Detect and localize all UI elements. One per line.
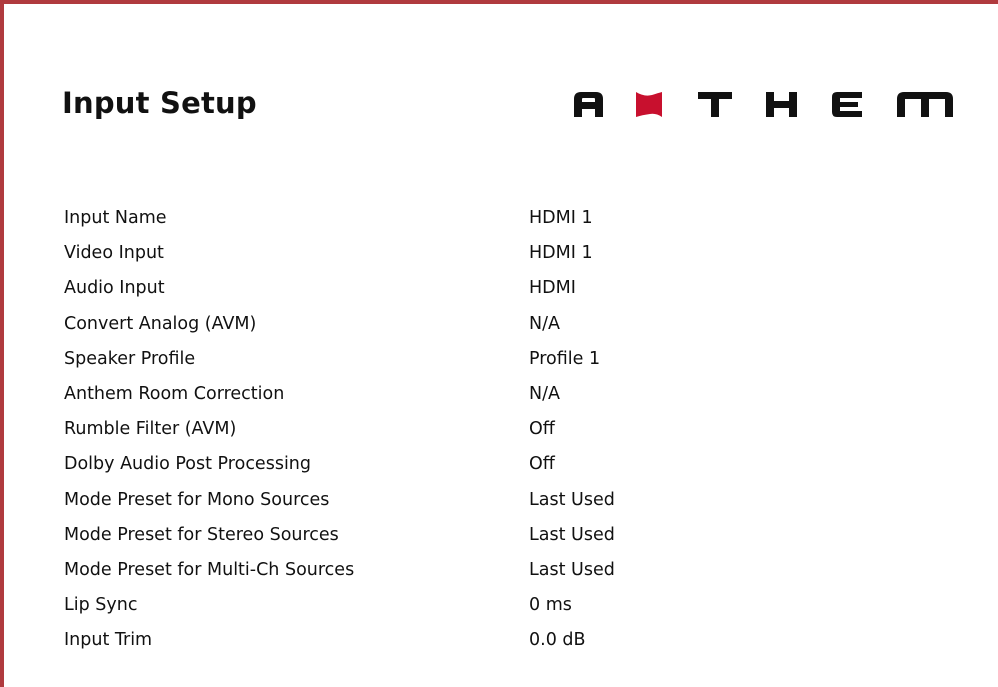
setting-row[interactable]: Lip Sync 0 ms bbox=[64, 591, 764, 626]
setting-label: Mode Preset for Stereo Sources bbox=[64, 524, 339, 545]
setting-value[interactable]: HDMI 1 bbox=[529, 239, 593, 267]
anthem-logo bbox=[574, 92, 953, 117]
setting-value[interactable]: Off bbox=[529, 450, 555, 478]
setting-label: Convert Analog (AVM) bbox=[64, 313, 257, 334]
setting-row[interactable]: Rumble Filter (AVM) Off bbox=[64, 415, 764, 450]
logo-letter-t bbox=[698, 92, 732, 117]
logo-letter-h bbox=[766, 92, 797, 117]
setting-row[interactable]: Mode Preset for Stereo Sources Last Used bbox=[64, 521, 764, 556]
setting-label: Rumble Filter (AVM) bbox=[64, 419, 237, 440]
setting-row[interactable]: Video Input HDMI 1 bbox=[64, 239, 764, 274]
setting-value[interactable]: Last Used bbox=[529, 486, 615, 514]
setting-value[interactable]: Last Used bbox=[529, 521, 615, 549]
setting-label: Anthem Room Correction bbox=[64, 383, 285, 404]
setting-label: Input Name bbox=[64, 208, 167, 228]
setting-value[interactable]: Last Used bbox=[529, 556, 615, 584]
setting-value[interactable]: Off bbox=[529, 415, 555, 443]
setting-label: Mode Preset for Multi-Ch Sources bbox=[64, 559, 355, 580]
setting-row[interactable]: Mode Preset for Mono Sources Last Used bbox=[64, 486, 764, 521]
setting-value[interactable]: HDMI 1 bbox=[529, 204, 593, 232]
setting-label: Speaker Profile bbox=[64, 348, 196, 369]
setting-row[interactable]: Mode Preset for Multi-Ch Sources Last Use… bbox=[64, 556, 764, 591]
setting-value[interactable]: N/A bbox=[529, 310, 560, 338]
setting-row[interactable]: Speaker Profile Profile 1 bbox=[64, 345, 764, 380]
settings-list: Input Name HDMI 1 Video Input HDMI 1 Audio I… bbox=[64, 204, 764, 661]
setting-value[interactable]: Profile 1 bbox=[529, 345, 600, 373]
setting-row[interactable]: Dolby Audio Post Processing Off bbox=[64, 450, 764, 485]
setting-value[interactable]: HDMI bbox=[529, 274, 576, 302]
setting-row[interactable]: Input Trim 0.0 dB bbox=[64, 626, 764, 661]
setting-label: Audio Input bbox=[64, 278, 165, 299]
setting-row[interactable]: Input Name HDMI 1 bbox=[64, 204, 764, 239]
page-title: Input Setup bbox=[62, 86, 257, 120]
logo-letter-e bbox=[832, 92, 862, 117]
logo-letter-m bbox=[897, 92, 953, 117]
setting-label: Dolby Audio Post Processing bbox=[64, 454, 311, 475]
logo-letter-a bbox=[574, 92, 603, 117]
setting-label: Video Input bbox=[64, 243, 164, 264]
page-frame: Input Setup Input Name HDMI 1 Video Input H… bbox=[0, 0, 998, 687]
red-flag-A-icon bbox=[636, 92, 662, 117]
setting-row[interactable]: Audio Input HDMI bbox=[64, 274, 764, 309]
setting-label: Lip Sync bbox=[64, 595, 138, 616]
setting-value[interactable]: 0.0 dB bbox=[529, 626, 586, 654]
setting-value[interactable]: 0 ms bbox=[529, 591, 572, 619]
setting-row[interactable]: Convert Analog (AVM) N/A bbox=[64, 310, 764, 345]
setting-label: Mode Preset for Mono Sources bbox=[64, 489, 330, 510]
setting-row[interactable]: Anthem Room Correction N/A bbox=[64, 380, 764, 415]
setting-value[interactable]: N/A bbox=[529, 380, 560, 408]
setting-label: Input Trim bbox=[64, 630, 153, 651]
